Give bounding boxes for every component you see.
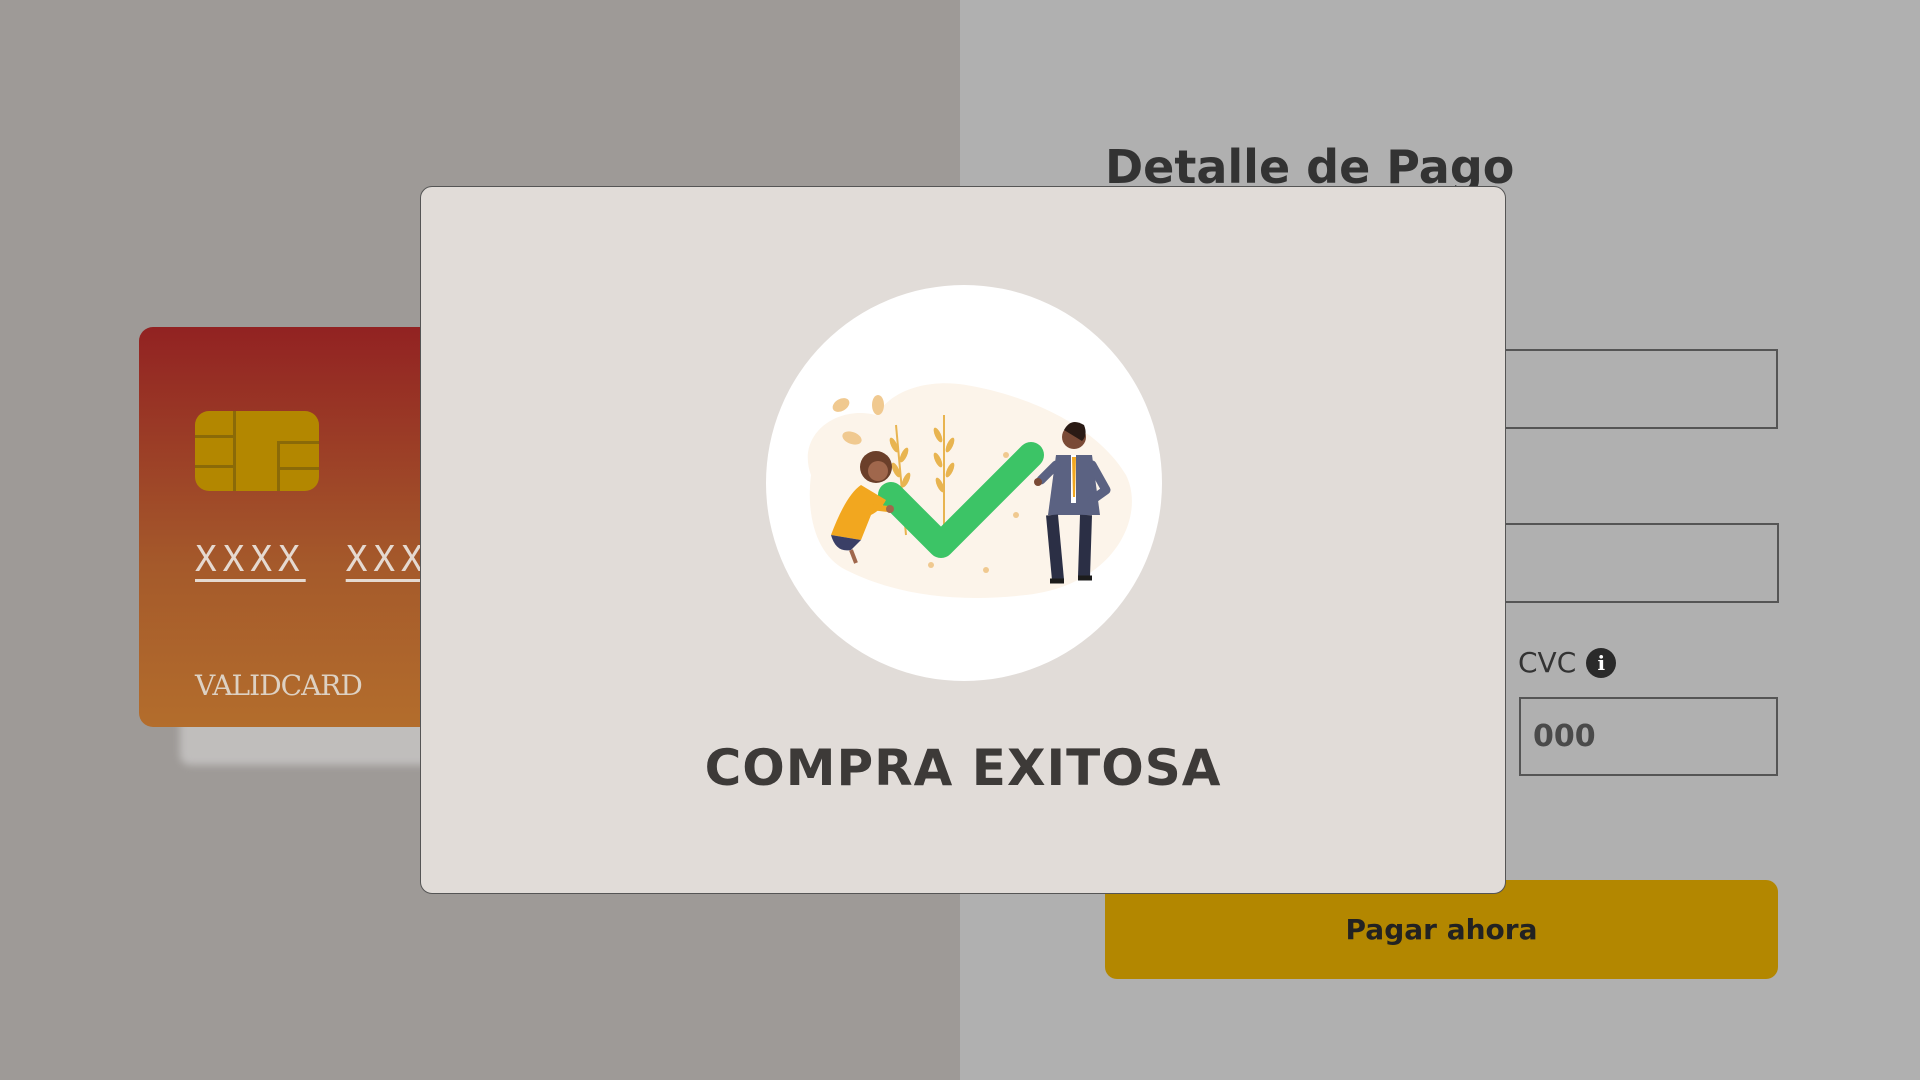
card-number-group: XXXX xyxy=(195,539,306,580)
info-icon[interactable]: i xyxy=(1586,647,1617,678)
cvc-label-text: CVC xyxy=(1518,646,1577,679)
pay-now-button[interactable]: Pagar ahora xyxy=(1105,880,1778,979)
success-checkmark-illustration-icon xyxy=(807,383,1132,598)
success-illustration xyxy=(766,285,1162,681)
cvc-input[interactable] xyxy=(1519,697,1778,776)
cvc-label: CVC i xyxy=(1518,646,1617,679)
card-chip-icon xyxy=(195,411,319,491)
success-modal: COMPRA EXITOSA xyxy=(420,186,1506,894)
card-number: XXXX XXXX xyxy=(195,539,456,580)
card-brand: VALIDCARD xyxy=(195,669,363,702)
success-title: COMPRA EXITOSA xyxy=(704,739,1222,797)
